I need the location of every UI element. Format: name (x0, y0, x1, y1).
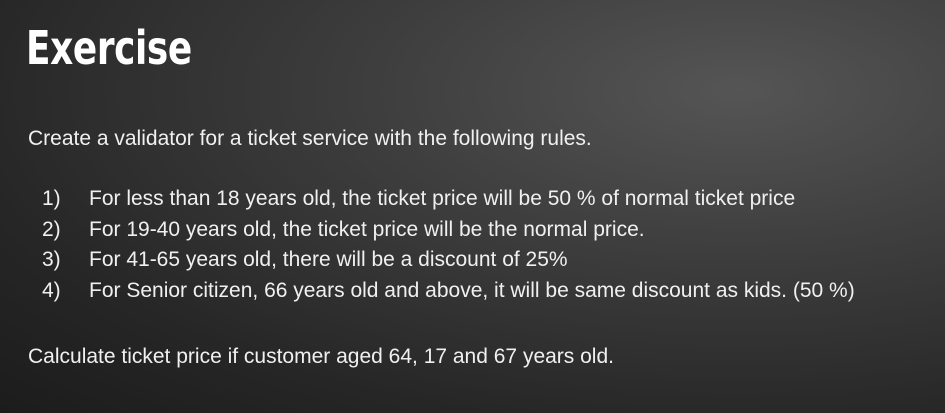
rule-text: For 41-65 years old, there will be a dis… (89, 248, 568, 271)
rule-item: 3) For 41-65 years old, there will be a … (42, 245, 855, 276)
rules-list: 1) For less than 18 years old, the ticke… (42, 184, 855, 306)
rule-number: 4) (42, 278, 61, 302)
intro-text: Create a validator for a ticket service … (28, 127, 592, 150)
rule-text: For 19-40 years old, the ticket price wi… (89, 217, 645, 241)
rule-item: 2) For 19-40 years old, the ticket price… (42, 215, 855, 246)
rule-item: 4) For Senior citizen, 66 years old and … (42, 276, 855, 307)
rule-number: 1) (42, 187, 61, 210)
closing-question: Calculate ticket price if customer aged … (28, 345, 614, 368)
rule-number: 2) (42, 217, 61, 241)
slide: Exercise Create a validator for a ticket… (0, 0, 945, 413)
rule-text: For less than 18 years old, the ticket p… (89, 187, 796, 210)
slide-title: Exercise (26, 21, 192, 75)
rule-number: 3) (42, 248, 61, 271)
rule-text: For Senior citizen, 66 years old and abo… (89, 278, 855, 302)
rule-item: 1) For less than 18 years old, the ticke… (42, 184, 855, 215)
